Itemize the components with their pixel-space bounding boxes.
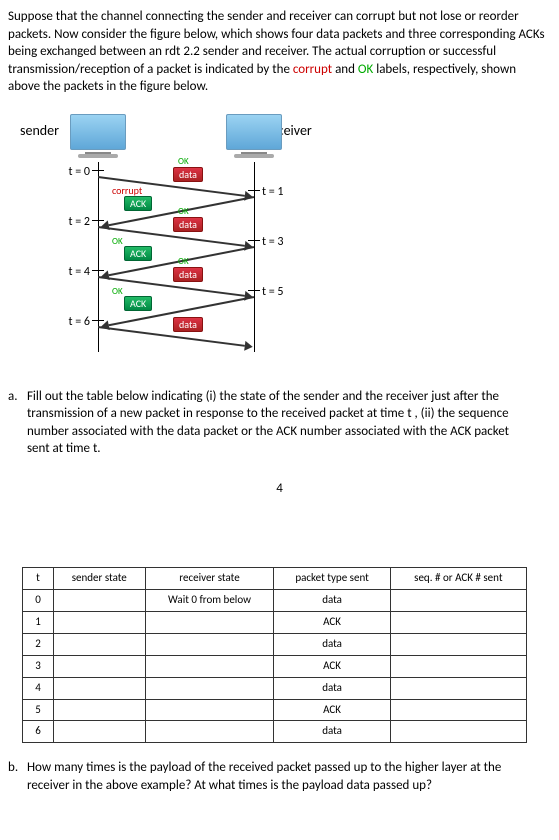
cell-t: 5	[23, 699, 54, 721]
cell-ptype: data	[274, 634, 390, 656]
question-b-text: How many times is the payload of the rec…	[27, 759, 527, 794]
col-t: t	[23, 568, 54, 590]
question-a: a. Fill out the table below indicating (…	[8, 388, 551, 458]
ack-packet-1: ACK	[124, 196, 152, 211]
cell-receiver	[145, 634, 274, 656]
question-a-text: Fill out the table below indicating (i) …	[27, 388, 527, 458]
cell-sender	[54, 721, 146, 743]
answer-table: t sender state receiver state packet typ…	[22, 567, 527, 743]
ok-label-3: OK	[112, 236, 123, 248]
cell-ptype: ACK	[274, 655, 390, 677]
data-packet-2: data	[173, 217, 203, 232]
corrupt-word: corrupt	[293, 62, 332, 77]
table-row: 2 data	[23, 634, 527, 656]
intro-paragraph: Suppose that the channel connecting the …	[8, 8, 551, 96]
table-row: 3 ACK	[23, 655, 527, 677]
sender-label: sender	[20, 122, 59, 141]
cell-sender	[54, 677, 146, 699]
cell-seq	[390, 677, 526, 699]
cell-seq	[390, 721, 526, 743]
cell-seq	[390, 590, 526, 612]
intro-text-b: and	[332, 62, 358, 77]
question-b: b. How many times is the payload of the …	[8, 759, 551, 794]
table-row: 4 data	[23, 677, 527, 699]
cell-sender	[54, 590, 146, 612]
cell-ptype: ACK	[274, 612, 390, 634]
table-row: 5 ACK	[23, 699, 527, 721]
cell-ptype: data	[274, 677, 390, 699]
cell-receiver	[145, 655, 274, 677]
table-row: 0 Wait 0 from below data	[23, 590, 527, 612]
data-packet-3: data	[173, 267, 203, 282]
table-row: 6 data	[23, 721, 527, 743]
cell-seq	[390, 655, 526, 677]
question-b-letter: b.	[8, 759, 24, 777]
cell-sender	[54, 612, 146, 634]
cell-receiver	[145, 699, 274, 721]
col-sender: sender state	[54, 568, 146, 590]
cell-sender	[54, 655, 146, 677]
cell-receiver	[145, 721, 274, 743]
ack-packet-2: ACK	[124, 246, 152, 261]
data-packet-4: data	[173, 317, 203, 332]
cell-seq	[390, 612, 526, 634]
time-t2: t = 2	[46, 214, 90, 230]
ack-packet-3: ACK	[124, 296, 152, 311]
cell-ptype: data	[274, 721, 390, 743]
cell-ptype: data	[274, 590, 390, 612]
cell-t: 4	[23, 677, 54, 699]
time-t5: t = 5	[262, 284, 306, 300]
cell-receiver	[145, 677, 274, 699]
table-header-row: t sender state receiver state packet typ…	[23, 568, 527, 590]
time-t6: t = 6	[46, 314, 90, 330]
cell-t: 3	[23, 655, 54, 677]
time-t1: t = 1	[262, 184, 306, 200]
table-row: 1 ACK	[23, 612, 527, 634]
ok-word: OK	[358, 62, 373, 77]
cell-receiver: Wait 0 from below	[145, 590, 274, 612]
cell-seq	[390, 699, 526, 721]
page-number: 4	[8, 480, 551, 498]
col-seq: seq. # or ACK # sent	[390, 568, 526, 590]
ok-label-5: OK	[112, 286, 123, 298]
cell-receiver	[145, 612, 274, 634]
time-t0: t = 0	[46, 164, 90, 180]
cell-t: 2	[23, 634, 54, 656]
cell-t: 1	[23, 612, 54, 634]
time-t4: t = 4	[46, 264, 90, 280]
question-a-letter: a.	[8, 388, 24, 406]
cell-sender	[54, 699, 146, 721]
protocol-diagram: sender receiver t = 0 t = 2 t = 4 t = 6 …	[18, 114, 398, 374]
sender-icon	[70, 114, 126, 160]
col-receiver: receiver state	[145, 568, 274, 590]
cell-t: 6	[23, 721, 54, 743]
data-packet-1: data	[173, 167, 203, 182]
receiver-icon	[226, 114, 282, 160]
cell-seq	[390, 634, 526, 656]
cell-sender	[54, 634, 146, 656]
col-ptype: packet type sent	[274, 568, 390, 590]
time-t3: t = 3	[262, 234, 306, 250]
cell-t: 0	[23, 590, 54, 612]
cell-ptype: ACK	[274, 699, 390, 721]
